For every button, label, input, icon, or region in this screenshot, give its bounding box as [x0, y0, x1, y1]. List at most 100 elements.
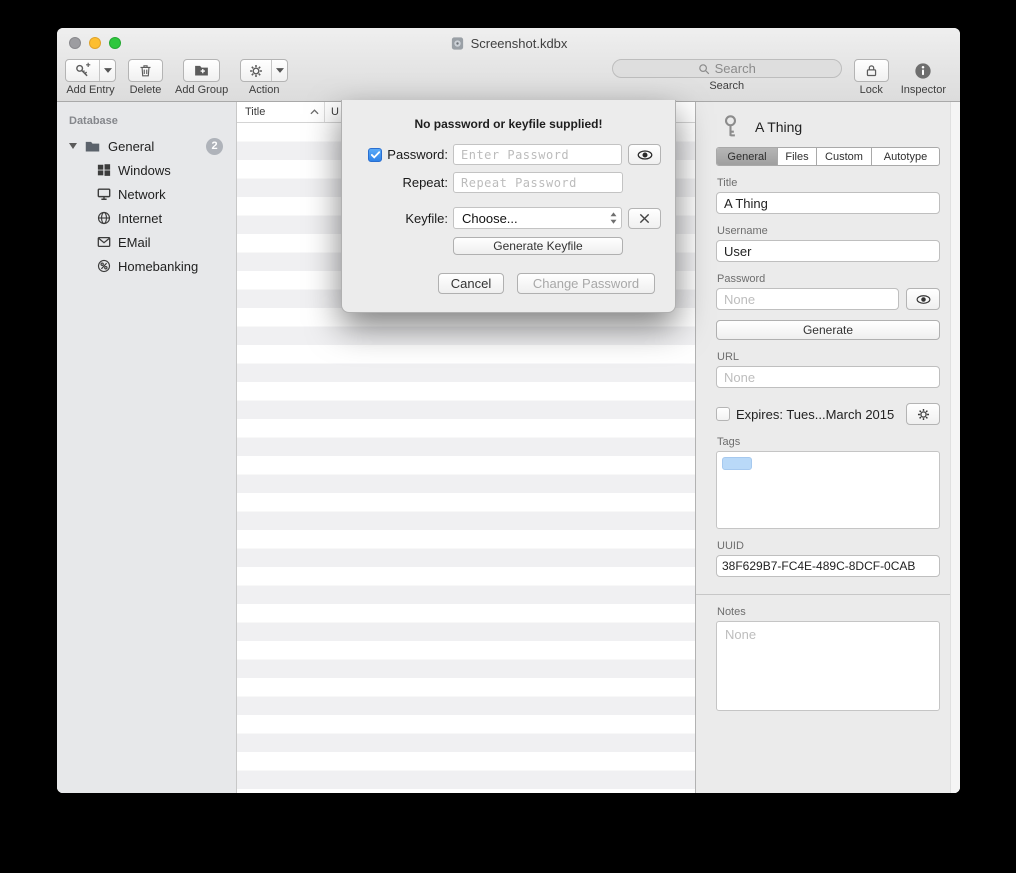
add-entry-button[interactable] — [65, 59, 116, 82]
display-icon — [97, 187, 111, 201]
key-plus-icon — [74, 62, 91, 79]
inspector-scrollbar[interactable] — [950, 102, 960, 793]
tags-field[interactable] — [716, 451, 940, 529]
folder-plus-icon — [193, 62, 210, 79]
toolbar: Add Entry Delete A — [57, 58, 960, 101]
disclosure-triangle-icon[interactable] — [69, 143, 77, 149]
title-field-label: Title — [717, 177, 940, 189]
password-field-label: Password — [717, 273, 940, 285]
entry-title: A Thing — [755, 119, 802, 135]
search-tool: Search Search — [612, 59, 842, 92]
expires-checkbox[interactable] — [716, 407, 730, 421]
inspector-button[interactable] — [905, 59, 941, 82]
keyfile-label: Keyfile: — [405, 211, 448, 226]
tab-autotype[interactable]: Autotype — [872, 148, 939, 165]
gear-icon — [917, 408, 930, 421]
generate-keyfile-button[interactable]: Generate Keyfile — [453, 237, 623, 255]
dialog-message: No password or keyfile supplied! — [342, 117, 675, 131]
inspector-label: Inspector — [901, 84, 946, 96]
percent-circle-icon — [97, 259, 111, 273]
notes-label: Notes — [717, 606, 940, 618]
change-password-dialog: No password or keyfile supplied! Passwor… — [341, 100, 676, 313]
repeat-password-input[interactable] — [453, 172, 623, 193]
url-field[interactable] — [716, 366, 940, 388]
add-group-button[interactable] — [183, 59, 220, 82]
sidebar-item-general[interactable]: General 2 — [57, 134, 236, 158]
clear-keyfile-button[interactable] — [628, 208, 661, 229]
sidebar-item-homebanking[interactable]: Homebanking — [57, 254, 236, 278]
password-checkbox[interactable] — [368, 148, 382, 162]
entry-count-badge: 2 — [206, 138, 223, 155]
popup-stepper-icon — [609, 211, 618, 225]
sort-ascending-icon — [310, 109, 319, 115]
close-button[interactable] — [69, 37, 81, 49]
sidebar-item-windows[interactable]: Windows — [57, 158, 236, 182]
new-password-input[interactable] — [453, 144, 622, 165]
password-field[interactable] — [716, 288, 899, 310]
reveal-new-password-button[interactable] — [628, 144, 661, 165]
uuid-field[interactable] — [716, 555, 940, 577]
delete-button[interactable] — [128, 59, 163, 82]
username-field-label: Username — [717, 225, 940, 237]
url-field-label: URL — [717, 351, 940, 363]
globe-icon — [97, 211, 111, 225]
minimize-button[interactable] — [89, 37, 101, 49]
notes-placeholder: None — [725, 627, 756, 642]
sidebar-item-email[interactable]: EMail — [57, 230, 236, 254]
repeat-label: Repeat: — [402, 175, 448, 190]
reveal-password-button[interactable] — [906, 288, 940, 310]
tab-custom[interactable]: Custom — [817, 148, 872, 165]
add-group-tool: Add Group — [175, 59, 228, 96]
key-icon — [718, 114, 743, 139]
lock-icon — [864, 63, 879, 78]
sidebar-item-internet[interactable]: Internet — [57, 206, 236, 230]
eye-icon — [636, 146, 654, 164]
search-placeholder: Search — [715, 61, 756, 76]
envelope-icon — [97, 235, 111, 249]
sidebar-item-label: Homebanking — [118, 259, 198, 274]
tab-general[interactable]: General — [717, 148, 778, 165]
lock-label: Lock — [860, 84, 883, 96]
action-dropdown[interactable] — [271, 60, 287, 81]
window-chrome: Screenshot.kdbx Add En — [57, 28, 960, 102]
sidebar-item-network[interactable]: Network — [57, 182, 236, 206]
delete-tool: Delete — [128, 59, 163, 96]
change-password-button[interactable]: Change Password — [517, 273, 655, 294]
desktop-background: Screenshot.kdbx Add En — [0, 0, 1016, 873]
sidebar-item-label: EMail — [118, 235, 151, 250]
inspector-tabs: General Files Custom Autotype — [716, 147, 940, 166]
entry-header: A Thing — [716, 112, 940, 147]
sidebar-item-label: Network — [118, 187, 166, 202]
zoom-button[interactable] — [109, 37, 121, 49]
keyfile-popup[interactable]: Choose... — [453, 207, 622, 229]
generate-password-button[interactable]: Generate — [716, 320, 940, 340]
column-header-title[interactable]: Title — [237, 102, 325, 122]
column-header-username[interactable]: U — [325, 102, 339, 122]
traffic-lights — [69, 37, 121, 49]
title-field[interactable] — [716, 192, 940, 214]
folder-icon — [84, 138, 101, 155]
username-field[interactable] — [716, 240, 940, 262]
check-icon — [370, 149, 381, 160]
expires-label: Expires: Tues...March 2015 — [736, 407, 900, 422]
inspector-tool: Inspector — [901, 59, 946, 96]
expires-settings-button[interactable] — [906, 403, 940, 425]
add-entry-dropdown[interactable] — [99, 60, 115, 81]
search-label: Search — [709, 80, 744, 92]
sidebar-section-header: Database — [57, 102, 236, 134]
inspector-panel: A Thing General Files Custom Autotype Ti… — [695, 102, 960, 793]
action-button[interactable] — [240, 59, 288, 82]
password-label: Password: — [387, 147, 448, 162]
gear-icon — [249, 64, 263, 78]
action-tool: Action — [240, 59, 288, 96]
search-input[interactable]: Search — [612, 59, 842, 78]
lock-button[interactable] — [854, 59, 889, 82]
tab-files[interactable]: Files — [778, 148, 817, 165]
tag-chip[interactable] — [722, 457, 752, 470]
titlebar[interactable]: Screenshot.kdbx — [57, 28, 960, 58]
eye-icon — [915, 291, 932, 308]
sidebar-item-label: Internet — [118, 211, 162, 226]
notes-field[interactable]: None — [716, 621, 940, 711]
info-icon — [914, 62, 932, 80]
cancel-button[interactable]: Cancel — [438, 273, 504, 294]
